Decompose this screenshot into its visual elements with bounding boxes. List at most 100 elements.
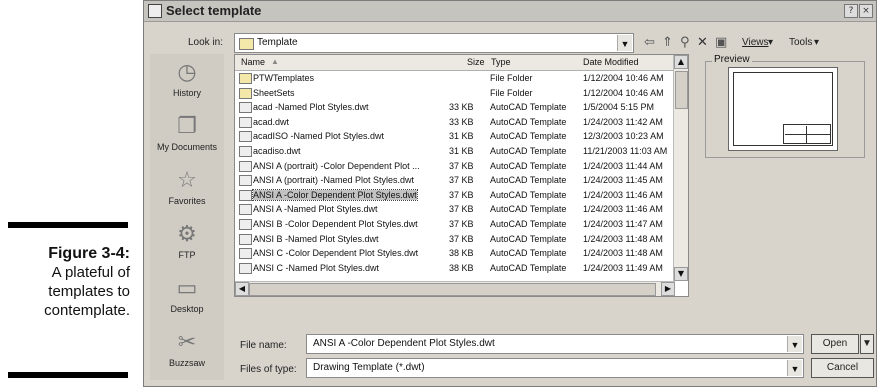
search-web-icon[interactable]: ⚲ xyxy=(680,35,690,50)
file-type: AutoCAD Template xyxy=(490,102,567,113)
file-row[interactable]: acad.dwt 33 KB AutoCAD Template 1/24/2003 1… xyxy=(237,116,673,129)
file-size: 33 KB xyxy=(449,102,474,113)
scroll-right-icon[interactable]: ▶ xyxy=(661,282,675,296)
back-icon[interactable]: ⇦ xyxy=(644,35,655,50)
file-type: AutoCAD Template xyxy=(490,219,567,229)
file-row[interactable]: PTWTemplates File Folder 1/12/2004 10:46 A… xyxy=(237,72,673,85)
file-type: AutoCAD Template xyxy=(490,233,567,244)
file-row[interactable]: ANSI C -Named Plot Styles.dwt 38 KB AutoCA… xyxy=(237,262,673,275)
file-date: 1/24/2003 11:46 AM xyxy=(583,204,663,215)
cancel-button[interactable]: Cancel xyxy=(811,358,874,378)
file-row[interactable]: ANSI A (portrait) -Named Plot Styles.dwt… xyxy=(237,174,673,187)
file-date: 11/21/2003 11:03 AM xyxy=(583,146,668,156)
file-type: File Folder xyxy=(490,73,533,83)
file-date: 1/24/2003 11:46 AM xyxy=(583,189,663,200)
vertical-scroll-thumb[interactable] xyxy=(675,71,688,109)
file-name: ANSI A -Color Dependent Plot Styles.dwt xyxy=(252,188,418,201)
file-name-input[interactable]: ANSI A -Color Dependent Plot Styles.dwt … xyxy=(306,334,804,354)
template-file-icon xyxy=(239,131,252,143)
column-name[interactable]: Name xyxy=(241,57,265,67)
template-file-icon xyxy=(239,189,252,201)
file-name: PTWTemplates xyxy=(253,73,315,83)
file-row[interactable]: acadiso.dwt 31 KB AutoCAD Template 11/21/20… xyxy=(237,145,673,158)
open-button[interactable]: Open xyxy=(811,334,859,354)
file-row[interactable]: ANSI B -Named Plot Styles.dwt 37 KB AutoCA… xyxy=(237,233,673,246)
caption-line-1: A plateful of xyxy=(51,264,130,281)
file-row[interactable]: ANSI A -Named Plot Styles.dwt 37 KB AutoCA… xyxy=(237,203,673,216)
place-label: Favorites xyxy=(168,196,206,206)
template-file-icon xyxy=(239,233,252,245)
help-button[interactable]: ? xyxy=(844,4,858,18)
scroll-up-icon[interactable]: ▲ xyxy=(674,55,688,69)
file-size: 31 KB xyxy=(449,131,474,142)
file-row[interactable]: ANSI C -Color Dependent Plot Styles.dwt 3… xyxy=(237,247,673,260)
file-type: AutoCAD Template xyxy=(490,116,567,127)
scroll-left-icon[interactable]: ◀ xyxy=(235,282,249,296)
views-menu[interactable]: Views xyxy=(742,37,769,48)
close-button[interactable]: × xyxy=(859,4,873,18)
file-type: AutoCAD Template xyxy=(490,189,567,200)
file-row[interactable]: acad -Named Plot Styles.dwt 33 KB AutoCAD … xyxy=(237,101,673,114)
look-in-label: Look in: xyxy=(188,37,224,48)
vertical-scrollbar[interactable]: ▲ ▼ xyxy=(673,55,688,281)
tools-menu[interactable]: Tools xyxy=(789,37,812,48)
file-name: acad -Named Plot Styles.dwt xyxy=(253,102,369,113)
file-type: File Folder xyxy=(490,87,533,98)
new-folder-icon[interactable]: ▣ xyxy=(715,35,727,50)
tools-dropdown-icon[interactable]: ▾ xyxy=(814,37,819,48)
place-label: Desktop xyxy=(170,304,204,314)
file-date: 1/24/2003 11:48 AM xyxy=(583,248,663,259)
file-size: 31 KB xyxy=(449,146,474,156)
favorites-icon: ☆ xyxy=(177,168,197,193)
scroll-down-icon[interactable]: ▼ xyxy=(674,267,688,281)
horizontal-scrollbar[interactable]: ◀ ▶ xyxy=(235,281,675,296)
file-type: AutoCAD Template xyxy=(490,146,567,156)
open-options-button[interactable]: ▼ xyxy=(860,334,874,354)
file-date: 1/24/2003 11:44 AM xyxy=(583,160,663,171)
look-in-combo[interactable]: Template ▼ xyxy=(234,33,634,53)
select-template-dialog: Select template ? × Look in: Template ▼ … xyxy=(143,0,877,387)
desktop-icon: ▭ xyxy=(176,276,198,301)
file-name: SheetSets xyxy=(253,87,295,98)
file-row[interactable]: SheetSets File Folder 1/12/2004 10:46 AM xyxy=(237,87,673,100)
file-date: 1/24/2003 11:42 AM xyxy=(583,116,663,127)
place-history[interactable]: ◷ History xyxy=(150,56,224,110)
place-favorites[interactable]: ☆ Favorites xyxy=(150,164,224,218)
file-row[interactable]: ANSI B -Color Dependent Plot Styles.dwt 3… xyxy=(237,218,673,231)
column-type[interactable]: Type xyxy=(491,57,511,67)
place-label: History xyxy=(172,88,201,98)
views-dropdown-icon[interactable]: ▾ xyxy=(768,37,773,48)
column-size[interactable]: Size xyxy=(467,57,485,67)
chevron-down-icon[interactable]: ▼ xyxy=(787,360,802,376)
file-date: 1/12/2004 10:46 AM xyxy=(583,73,664,83)
place-label: Buzzsaw xyxy=(168,358,205,368)
place-desktop[interactable]: ▭ Desktop xyxy=(150,272,224,326)
file-type: AutoCAD Template xyxy=(490,131,567,142)
file-row[interactable]: ANSI A (portrait) -Color Dependent Plot … xyxy=(237,160,673,173)
place-label: FTP xyxy=(178,250,196,260)
file-list[interactable]: Name ▲ Size Type Date Modified PTWTempla… xyxy=(234,54,689,297)
file-size: 37 KB xyxy=(449,219,474,229)
chevron-down-icon[interactable]: ▼ xyxy=(617,35,632,51)
file-date: 1/24/2003 11:45 AM xyxy=(583,175,663,186)
place-buzzsaw[interactable]: ✂ Buzzsaw xyxy=(150,326,224,380)
place-my-documents[interactable]: ❐ My Documents xyxy=(150,110,224,164)
column-date-modified[interactable]: Date Modified xyxy=(583,57,639,67)
file-date: 1/5/2004 5:15 PM xyxy=(583,102,655,113)
delete-icon[interactable]: ✕ xyxy=(697,35,708,50)
up-folder-icon[interactable]: ⇑ xyxy=(662,35,673,50)
template-file-icon xyxy=(239,248,252,260)
caption-bottom-rule xyxy=(8,372,128,378)
file-row[interactable]: acadISO -Named Plot Styles.dwt 31 KB AutoC… xyxy=(237,130,673,143)
file-row[interactable]: ANSI A -Color Dependent Plot Styles.dwt 3… xyxy=(237,188,673,202)
chevron-down-icon[interactable]: ▼ xyxy=(787,336,802,352)
preview-label: Preview xyxy=(712,54,752,65)
file-size: 37 KB xyxy=(449,189,474,200)
file-name: acadISO -Named Plot Styles.dwt xyxy=(253,131,385,142)
template-file-icon xyxy=(239,116,252,128)
horizontal-scroll-thumb[interactable] xyxy=(249,283,656,296)
place-ftp[interactable]: ⚙ FTP xyxy=(150,218,224,272)
figure-caption: Figure 3-4: A plateful of templates to c… xyxy=(0,0,140,387)
template-file-icon xyxy=(239,219,252,230)
files-of-type-select[interactable]: Drawing Template (*.dwt) ▼ xyxy=(306,358,804,378)
